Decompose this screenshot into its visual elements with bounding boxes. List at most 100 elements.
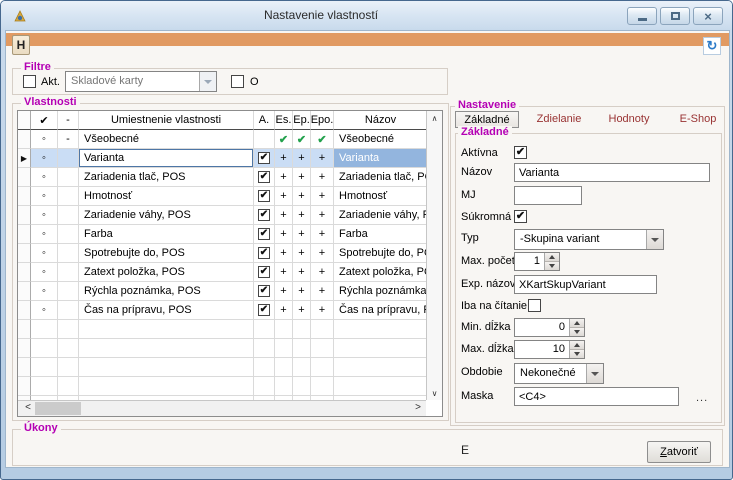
a-checkbox[interactable]: ✔ xyxy=(258,152,270,164)
a-cell: ✔ xyxy=(254,301,275,320)
maska-ellipsis-button[interactable]: ... xyxy=(696,392,708,404)
row-selector-cell[interactable] xyxy=(18,206,31,225)
h-button[interactable]: H xyxy=(12,35,30,55)
umiestnenie-cell[interactable]: Zatext položka, POS xyxy=(79,263,254,282)
table-row[interactable]: ◦ Hmotnosť ✔ + + + Hmotnosť xyxy=(18,187,428,206)
table-row[interactable]: ◦ Zatext položka, POS ✔ + + + Zatext pol… xyxy=(18,263,428,282)
scroll-down-icon[interactable]: ∨ xyxy=(427,387,442,401)
category-select[interactable]: Skladové karty xyxy=(65,71,217,92)
row-marker: ◦ xyxy=(31,244,58,263)
a-checkbox[interactable]: ✔ xyxy=(258,209,270,221)
epo-plus-icon: + xyxy=(311,244,334,263)
scroll-right-icon[interactable]: > xyxy=(410,401,426,416)
umiestnenie-cell[interactable]: Zariadenia tlač, POS xyxy=(79,168,254,187)
table-row[interactable]: ◦ Zariadenie váhy, POS ✔ + + + Zariadeni… xyxy=(18,206,428,225)
umiestnenie-cell[interactable]: Všeobecné xyxy=(79,130,254,149)
a-checkbox[interactable]: ✔ xyxy=(258,190,270,202)
triangle-up-icon xyxy=(574,321,580,325)
a-checkbox[interactable]: ✔ xyxy=(258,304,270,316)
ep-check-icon: ✔ xyxy=(293,130,311,149)
nazov-cell: Čas na prípravu, POS xyxy=(334,301,428,320)
sukromna-checkbox[interactable]: ✔ xyxy=(514,210,527,223)
table-row[interactable]: ◦ Čas na prípravu, POS ✔ + + + Čas na pr… xyxy=(18,301,428,320)
spinner-down-button[interactable] xyxy=(570,328,584,336)
umiestnenie-cell[interactable]: Čas na prípravu, POS xyxy=(79,301,254,320)
row-marker: ◦ xyxy=(31,301,58,320)
row-selector-cell[interactable] xyxy=(18,130,31,149)
table-row[interactable]: ◦ Rýchla poznámka, POS ✔ + + + Rýchla po… xyxy=(18,282,428,301)
maximize-button[interactable] xyxy=(660,7,690,25)
spinner-down-button[interactable] xyxy=(545,262,559,270)
o-checkbox[interactable]: ✔ xyxy=(231,75,244,88)
field-max-dlzka: Max. dĺžka 10 xyxy=(456,340,721,360)
umiestnenie-cell[interactable]: Spotrebujte do, POS xyxy=(79,244,254,263)
refresh-button[interactable]: ↻ xyxy=(703,37,721,55)
epo-plus-icon: + xyxy=(311,282,334,301)
scroll-up-icon[interactable]: ∧ xyxy=(427,112,442,126)
exp-nazov-input[interactable] xyxy=(514,275,657,294)
row-selector-cell[interactable] xyxy=(18,187,31,206)
row-selector-cell[interactable] xyxy=(18,244,31,263)
akt-checkbox[interactable]: ✔ xyxy=(23,75,36,88)
min-dlzka-spinner[interactable]: 0 xyxy=(514,318,585,337)
typ-dropdown-button[interactable] xyxy=(646,230,663,249)
spinner-up-button[interactable] xyxy=(570,341,584,350)
row-selector-cell[interactable] xyxy=(18,301,31,320)
obdobie-select[interactable]: Nekonečné xyxy=(514,363,604,384)
tab-zdielanie[interactable]: Zdielanie xyxy=(527,111,591,128)
vertical-scrollbar[interactable]: ∧ ∨ xyxy=(426,111,442,402)
check-icon: ✔ xyxy=(259,303,269,317)
row-selector-cell[interactable]: ▶ xyxy=(18,149,31,168)
a-checkbox[interactable]: ✔ xyxy=(258,285,270,297)
umiestnenie-cell[interactable]: Farba xyxy=(79,225,254,244)
a-checkbox[interactable]: ✔ xyxy=(258,247,270,259)
a-checkbox[interactable]: ✔ xyxy=(258,228,270,240)
filters-legend: Filtre xyxy=(21,61,54,73)
typ-select[interactable]: -Skupina variant xyxy=(514,229,664,250)
mj-input[interactable] xyxy=(514,186,582,205)
maska-input[interactable] xyxy=(514,387,679,406)
aktivna-checkbox[interactable]: ✔ xyxy=(514,146,527,159)
umiestnenie-cell[interactable]: Hmotnosť xyxy=(79,187,254,206)
scrollbar-thumb[interactable] xyxy=(35,402,81,415)
header-a: A. xyxy=(254,111,275,130)
close-window-button[interactable]: × xyxy=(693,7,723,25)
table-row[interactable]: ◦ - Všeobecné ✔ ✔ ✔ Všeobecné xyxy=(18,130,428,149)
umiestnenie-cell[interactable]: Zariadenie váhy, POS xyxy=(79,206,254,225)
nazov-input[interactable] xyxy=(514,163,710,182)
minimize-button[interactable] xyxy=(627,7,657,25)
umiestnenie-cell[interactable]: Rýchla poznámka, POS xyxy=(79,282,254,301)
row-selector-cell[interactable] xyxy=(18,263,31,282)
table-row-selected[interactable]: ▶ ◦ Varianta ✔ + + + Varianta xyxy=(18,149,428,168)
spinner-up-button[interactable] xyxy=(570,319,584,328)
a-checkbox[interactable]: ✔ xyxy=(258,266,270,278)
row-selector-cell[interactable] xyxy=(18,282,31,301)
horizontal-scrollbar[interactable]: < > xyxy=(18,400,428,416)
row-dash: - xyxy=(58,130,79,149)
max-dlzka-spinner[interactable]: 10 xyxy=(514,340,585,359)
spinner-up-button[interactable] xyxy=(545,253,559,262)
a-checkbox[interactable]: ✔ xyxy=(258,171,270,183)
tab-eshop[interactable]: E-Shop xyxy=(666,111,730,128)
scroll-left-icon[interactable]: < xyxy=(20,401,36,416)
check-icon: ✔ xyxy=(259,151,269,165)
iba-na-citanie-checkbox[interactable]: ✔ xyxy=(528,299,541,312)
max-pocet-value: 1 xyxy=(515,253,544,270)
tab-hodnoty[interactable]: Hodnoty xyxy=(597,111,661,128)
row-selector-cell[interactable] xyxy=(18,168,31,187)
spinner-down-button[interactable] xyxy=(570,350,584,358)
umiestnenie-editor-cell[interactable]: Varianta xyxy=(79,149,254,168)
settings-group: Nastavenie Základné Zdielanie Hodnoty E-… xyxy=(450,106,725,426)
max-pocet-spinner[interactable]: 1 xyxy=(514,252,560,271)
table-row[interactable]: ◦ Farba ✔ + + + Farba xyxy=(18,225,428,244)
category-dropdown-button[interactable] xyxy=(199,72,216,91)
header-epo: Epo. xyxy=(311,111,334,130)
table-row[interactable]: ◦ Zariadenia tlač, POS ✔ + + + Zariadeni… xyxy=(18,168,428,187)
obdobie-dropdown-button[interactable] xyxy=(586,364,603,383)
row-selector-cell[interactable] xyxy=(18,225,31,244)
table-row[interactable]: ◦ Spotrebujte do, POS ✔ + + + Spotrebujt… xyxy=(18,244,428,263)
a-cell: ✔ xyxy=(254,187,275,206)
close-icon: × xyxy=(704,10,712,23)
close-dialog-button[interactable]: Zatvoriť xyxy=(647,441,711,463)
row-marker: ◦ xyxy=(31,168,58,187)
